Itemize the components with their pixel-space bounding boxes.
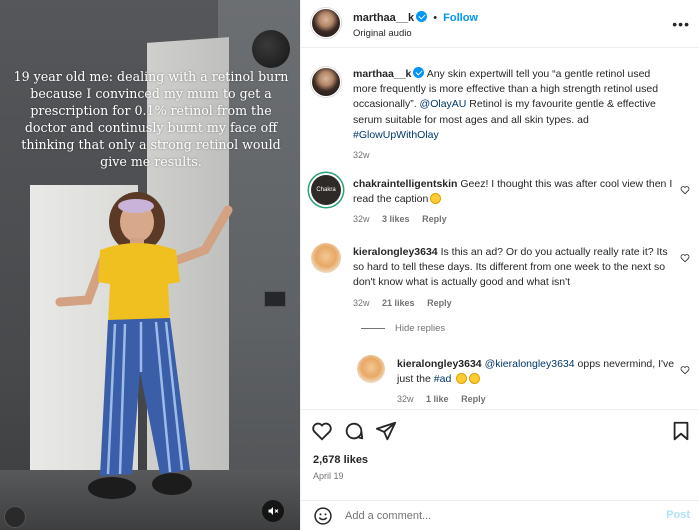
post-button[interactable]: Post: [666, 509, 690, 521]
emoji-picker-icon[interactable]: [313, 506, 333, 526]
reply-likes[interactable]: 1 like: [426, 394, 449, 404]
grimace-emoji-icon: [430, 193, 442, 205]
reply-button[interactable]: Reply: [427, 298, 452, 308]
avatar-corner: [4, 506, 26, 528]
likes-count[interactable]: 2,678 likes: [313, 454, 368, 466]
comment-time[interactable]: 32w: [353, 214, 370, 224]
avatar-text: Chakra: [316, 187, 336, 193]
original-audio-link[interactable]: Original audio: [353, 28, 412, 39]
reply-time[interactable]: 32w: [397, 394, 414, 404]
post-details-panel: marthaa__k • Follow Original audio ••• m…: [300, 0, 699, 530]
video-caption-overlay: 19 year old me: dealing with a retinol b…: [13, 69, 289, 169]
avatar[interactable]: Chakra: [311, 175, 341, 205]
caption-hashtag[interactable]: #GlowUpWithOlay: [353, 129, 439, 141]
more-options-icon[interactable]: •••: [672, 16, 690, 32]
speaker-muted-icon: [268, 507, 279, 515]
avatar[interactable]: [311, 67, 341, 97]
heart-icon[interactable]: [680, 253, 690, 263]
comment-username[interactable]: chakraintelligentskin: [353, 178, 457, 190]
separator-dot: •: [433, 12, 438, 24]
add-comment-bar: Post: [301, 500, 699, 530]
reply-mention[interactable]: @kieralongley3634: [485, 358, 575, 370]
caption-mention[interactable]: @OlayAU: [420, 98, 467, 110]
caption-time[interactable]: 32w: [353, 150, 370, 160]
post-header: marthaa__k • Follow Original audio •••: [301, 0, 699, 48]
grimace-emoji-icon: [456, 373, 468, 385]
share-paper-plane-icon[interactable]: [375, 420, 397, 442]
reply-hashtag[interactable]: #ad: [434, 373, 452, 385]
comment-input[interactable]: [345, 507, 645, 525]
follow-button[interactable]: Follow: [443, 12, 478, 24]
avatar[interactable]: [311, 243, 341, 273]
reel-video[interactable]: 19 year old me: dealing with a retinol b…: [0, 0, 300, 530]
header-username-row: marthaa__k • Follow: [353, 11, 478, 24]
comment-likes[interactable]: 3 likes: [382, 214, 410, 224]
verified-badge-icon: [413, 67, 425, 78]
hide-replies-button[interactable]: Hide replies: [361, 323, 445, 334]
heart-icon[interactable]: [680, 365, 690, 375]
avatar[interactable]: [357, 355, 385, 383]
caption-username[interactable]: marthaa__k: [353, 68, 411, 80]
comment-time[interactable]: 32w: [353, 298, 370, 308]
like-heart-icon[interactable]: [311, 420, 333, 442]
save-bookmark-icon[interactable]: [670, 420, 692, 442]
comments-list[interactable]: marthaa__k Any skin expertwill tell you …: [301, 49, 699, 409]
comment-likes[interactable]: 21 likes: [382, 298, 415, 308]
reply-button[interactable]: Reply: [461, 394, 486, 404]
comment-bubble-icon[interactable]: [343, 420, 365, 442]
heart-icon[interactable]: [680, 185, 690, 195]
verified-badge-icon: [416, 11, 428, 22]
mute-button[interactable]: [262, 500, 284, 522]
grinning-emoji-icon: [469, 373, 481, 385]
hide-replies-label: Hide replies: [395, 323, 446, 334]
reply-button[interactable]: Reply: [422, 214, 447, 224]
reply-username[interactable]: kieralongley3634: [397, 358, 482, 370]
username-link[interactable]: marthaa__k: [353, 12, 414, 24]
avatar[interactable]: [311, 8, 341, 38]
post-date[interactable]: April 19: [313, 471, 344, 481]
comment-username[interactable]: kieralongley3634: [353, 246, 438, 258]
post-actions: 2,678 likes April 19: [301, 409, 699, 501]
divider: [361, 328, 385, 329]
